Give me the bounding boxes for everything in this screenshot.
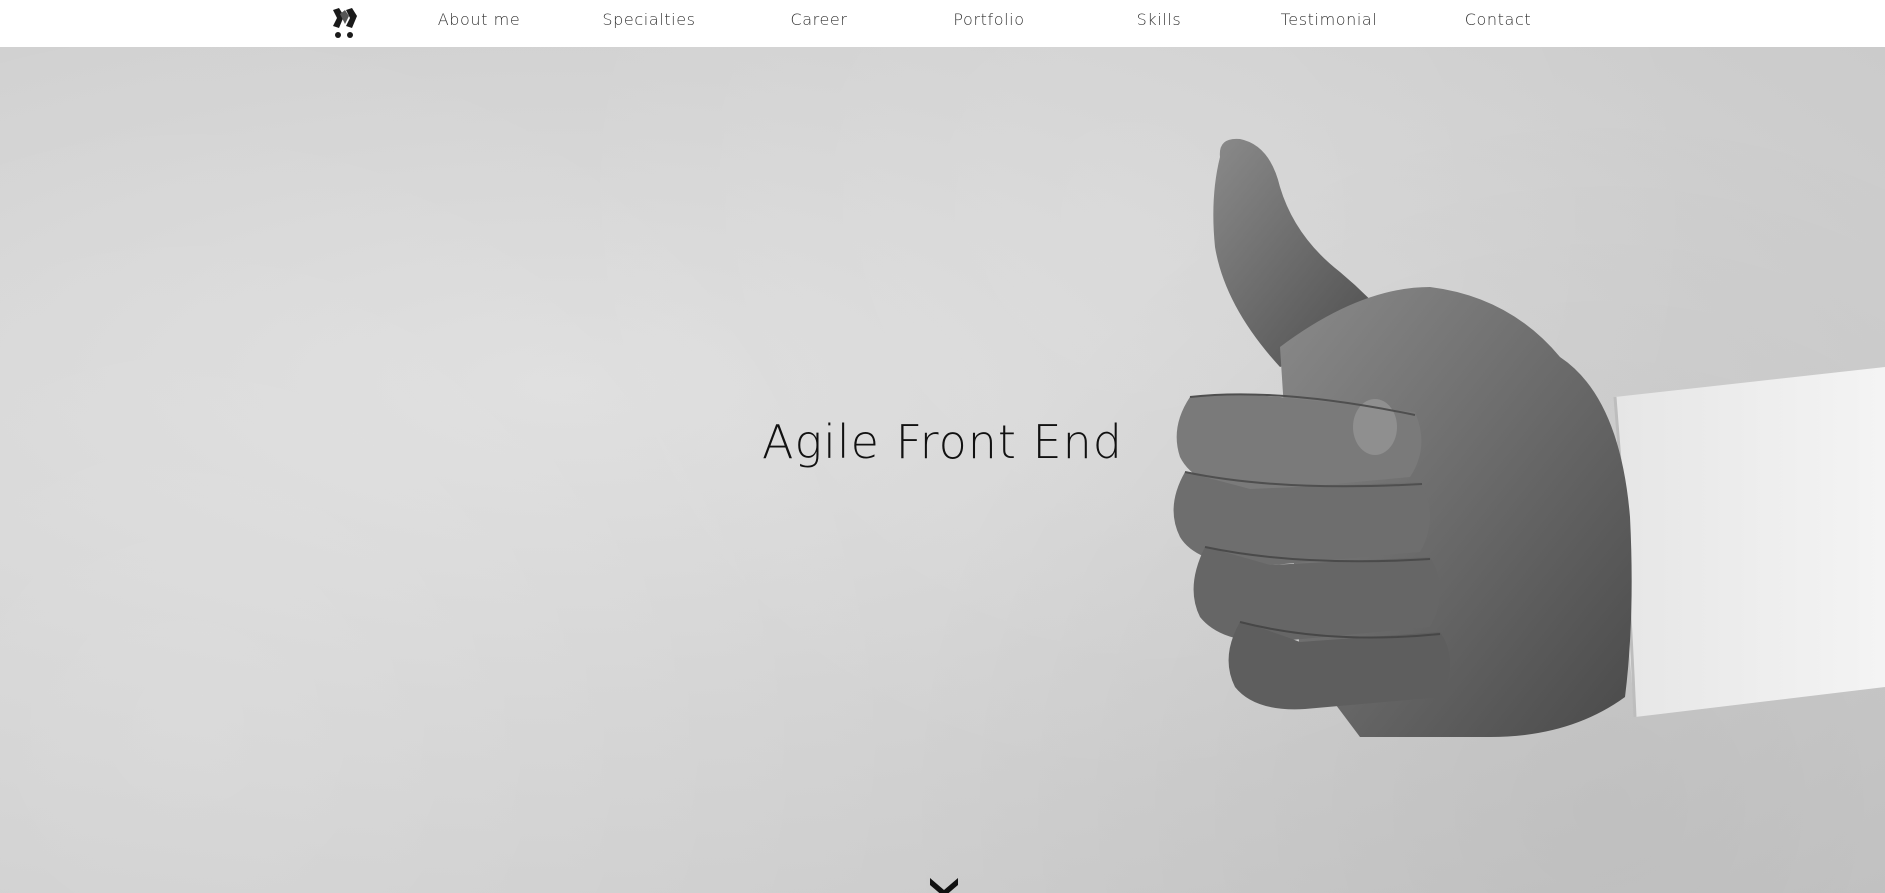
nav-item-contact[interactable]: Contact (1465, 0, 1531, 40)
double-chevron-down-icon[interactable] (927, 874, 961, 893)
nav-item-skills[interactable]: Skills (1137, 0, 1182, 40)
top-navbar: About me Specialties Career Portfolio Sk… (0, 0, 1885, 47)
nav-item-about-me[interactable]: About me (438, 0, 521, 40)
nav-item-specialties[interactable]: Specialties (602, 0, 695, 40)
nav-item-career[interactable]: Career (790, 0, 847, 40)
hero-title: Agile Front End (762, 415, 1123, 469)
hero-section: Agile Front End (0, 47, 1885, 893)
brand-logo-icon[interactable] (330, 6, 360, 40)
nav-item-testimonial[interactable]: Testimonial (1281, 0, 1378, 40)
nav-item-portfolio[interactable]: Portfolio (953, 0, 1024, 40)
